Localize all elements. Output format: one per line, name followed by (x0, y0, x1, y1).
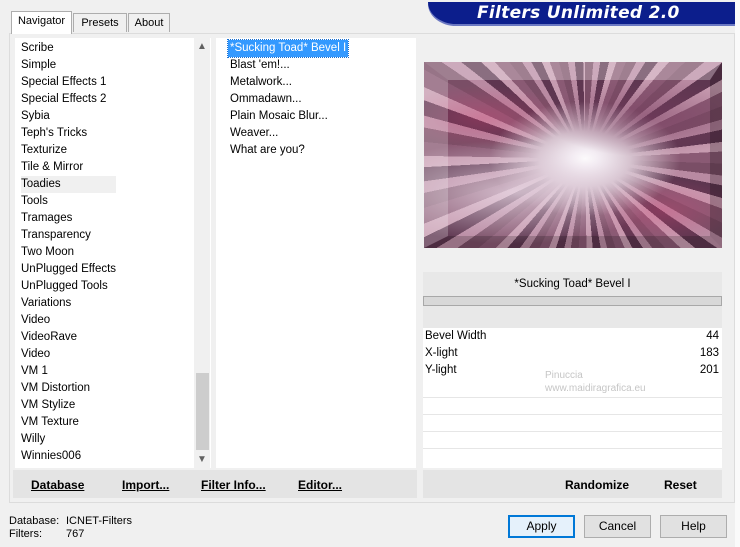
category-item[interactable]: Willy (21, 431, 116, 448)
filter-item[interactable]: Weaver... (228, 125, 280, 142)
category-item[interactable]: VM Stylize (21, 397, 116, 414)
tab-presets[interactable]: Presets (73, 13, 127, 32)
import-button[interactable]: Import... (122, 478, 169, 492)
banner-title: Filters Unlimited 2.0 (477, 3, 680, 23)
category-item[interactable]: Texturize (21, 142, 116, 159)
category-item[interactable]: Video (21, 312, 116, 329)
filter-item[interactable]: Blast 'em!... (228, 57, 292, 74)
scroll-down-icon[interactable]: ▼ (194, 451, 210, 468)
scroll-up-icon[interactable]: ▲ (194, 38, 210, 55)
param-value: 44 (706, 330, 719, 342)
category-item[interactable]: UnPlugged Tools (21, 278, 116, 295)
filter-item[interactable]: Metalwork... (228, 74, 294, 91)
category-item[interactable]: VM Texture (21, 414, 116, 431)
category-item[interactable]: Tools (21, 193, 116, 210)
category-item[interactable]: Toadies (21, 176, 117, 193)
filter-list[interactable]: *Sucking Toad* Bevel I Blast 'em!... Metal… (216, 38, 416, 468)
reset-button[interactable]: Reset (664, 478, 697, 492)
tab-about[interactable]: About (128, 13, 170, 32)
param-label: X-light (425, 347, 458, 359)
preview-bevel-bottom (424, 236, 722, 248)
category-item[interactable]: Simple (21, 57, 116, 74)
param-label: Y-light (425, 364, 457, 376)
category-item[interactable]: Tramages (21, 210, 116, 227)
filter-item[interactable]: *Sucking Toad* Bevel I (226, 39, 350, 58)
filter-progress-bar (423, 296, 722, 306)
filter-item[interactable]: Plain Mosaic Blur... (228, 108, 330, 125)
filter-item[interactable]: What are you? (228, 142, 307, 159)
category-item[interactable]: UnPlugged Effects (21, 261, 116, 278)
category-items: Scribe Simple Special Effects 1 Special Eff… (21, 40, 117, 465)
help-button[interactable]: Help (660, 515, 727, 538)
category-item[interactable]: Video (21, 346, 116, 363)
database-label: Database: (9, 515, 60, 527)
category-item[interactable]: Two Moon (21, 244, 116, 261)
category-item[interactable]: Special Effects 2 (21, 91, 116, 108)
category-item[interactable]: Variations (21, 295, 116, 312)
editor-button[interactable]: Editor... (298, 478, 342, 492)
param-header-gap (423, 306, 722, 328)
preview-bevel-right (710, 62, 722, 248)
param-value: 183 (699, 347, 719, 359)
category-item[interactable]: Tile & Mirror (21, 159, 116, 176)
watermark-name: Pinuccia (545, 370, 583, 381)
param-value: 201 (699, 364, 719, 376)
database-button[interactable]: Database (31, 478, 84, 492)
randomize-button[interactable]: Randomize (565, 478, 629, 492)
category-item[interactable]: VM 1 (21, 363, 116, 380)
scroll-thumb[interactable] (196, 373, 209, 450)
param-divider (423, 397, 722, 398)
preview-bevel-top (424, 62, 722, 80)
category-list[interactable]: Scribe Simple Special Effects 1 Special Eff… (15, 38, 211, 468)
param-row-bevel-width[interactable]: Bevel Width 44 (423, 328, 722, 345)
preview-image (424, 62, 722, 248)
category-item[interactable]: VideoRave (21, 329, 116, 346)
category-item[interactable]: Transparency (21, 227, 116, 244)
filter-title: *Sucking Toad* Bevel I (423, 272, 722, 296)
database-value: ICNET-Filters (66, 515, 132, 527)
category-item[interactable]: VM Distortion (21, 380, 116, 397)
category-item[interactable]: Winnies006 (21, 448, 116, 465)
filter-info-button[interactable]: Filter Info... (201, 478, 266, 492)
watermark-site: www.maidiragrafica.eu (545, 383, 646, 394)
category-item[interactable]: Special Effects 1 (21, 74, 116, 91)
param-divider (423, 448, 722, 449)
filters-count-value: 767 (66, 528, 85, 540)
cancel-button[interactable]: Cancel (584, 515, 651, 538)
apply-button[interactable]: Apply (508, 515, 575, 538)
category-item[interactable]: Sybia (21, 108, 116, 125)
param-list: Bevel Width 44 X-light 183 Y-light 201 (423, 328, 722, 468)
param-divider (423, 414, 722, 415)
param-label: Bevel Width (425, 330, 487, 342)
preview-swirl (424, 62, 722, 248)
filters-count-label: Filters: (9, 528, 42, 540)
preview-bevel-left (424, 62, 448, 248)
window-edge (735, 0, 740, 547)
app-banner: Filters Unlimited 2.0 (428, 2, 736, 24)
param-divider (423, 431, 722, 432)
category-item[interactable]: Scribe (21, 40, 116, 57)
tab-navigator[interactable]: Navigator (11, 11, 72, 34)
category-item[interactable]: Teph's Tricks (21, 125, 116, 142)
filter-item[interactable]: Ommadawn... (228, 91, 304, 108)
param-row-x-light[interactable]: X-light 183 (423, 345, 722, 362)
category-scrollbar[interactable]: ▲ ▼ (194, 38, 210, 468)
